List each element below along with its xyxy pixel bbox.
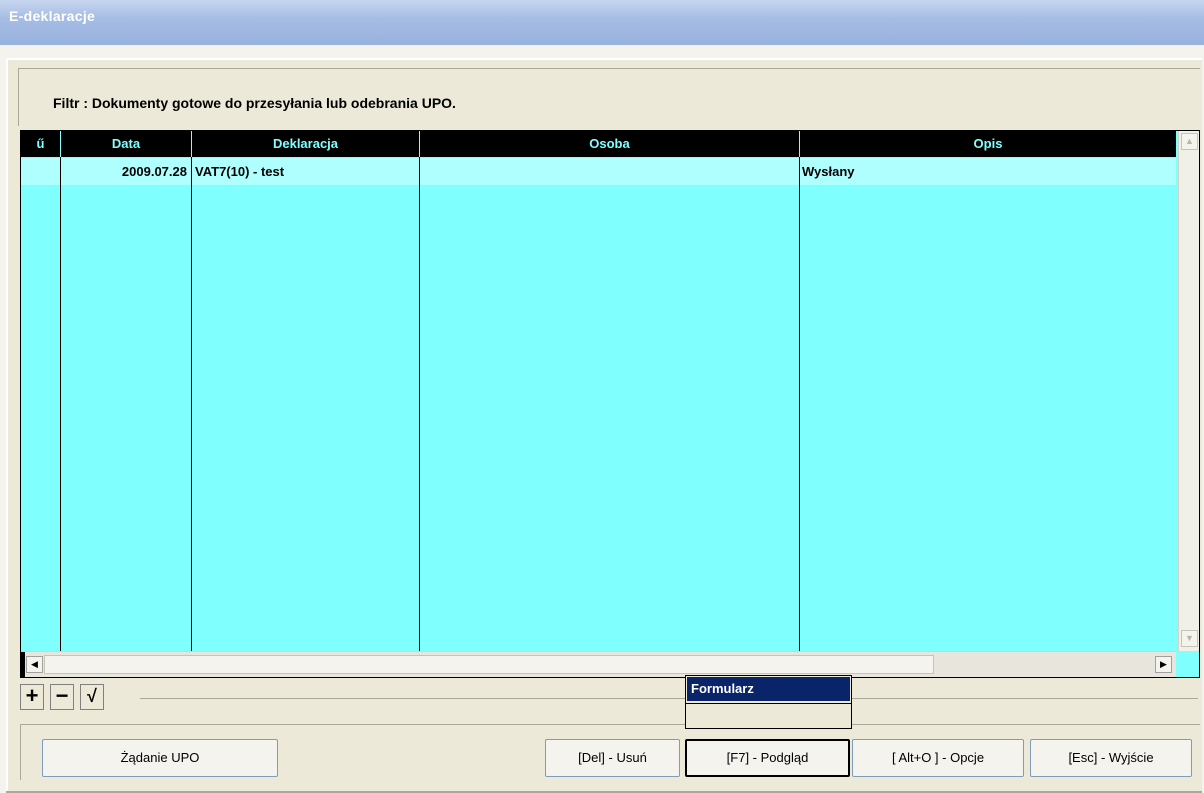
scroll-down-icon[interactable]: ▼ [1181, 630, 1198, 647]
divider [140, 698, 1198, 699]
delete-button[interactable]: [Del] - Usuń [545, 739, 680, 777]
column-divider [191, 157, 192, 651]
window-title: E-deklaracje [9, 8, 96, 24]
scroll-right-icon[interactable]: ▶ [1155, 656, 1172, 673]
window-titlebar: E-deklaracje [0, 0, 1204, 45]
menu-separator [686, 703, 851, 704]
row-description-cell: Wysłany [802, 164, 855, 179]
row-date-cell: 2009.07.28 [121, 164, 187, 179]
column-divider [60, 157, 61, 651]
options-button[interactable]: [ Alt+O ] - Opcje [852, 739, 1024, 777]
preview-button[interactable]: [F7] - Podgląd [685, 739, 850, 777]
record-navigator: + − √ [20, 680, 1200, 718]
add-record-button[interactable]: + [20, 684, 44, 710]
column-divider [799, 157, 800, 651]
row-indicator [21, 652, 25, 677]
post-record-button[interactable]: √ [80, 684, 104, 710]
column-header-opis[interactable]: Opis [800, 131, 1176, 157]
request-upo-button[interactable]: Żądanie UPO [42, 739, 278, 777]
preview-dropdown-menu: Formularz [685, 675, 852, 729]
scrollbar-corner [1176, 651, 1199, 677]
exit-button[interactable]: [Esc] - Wyjście [1030, 739, 1192, 777]
menu-item-formularz[interactable]: Formularz [687, 677, 850, 701]
scroll-left-icon[interactable]: ◀ [26, 656, 43, 673]
column-header-data[interactable]: Data [61, 131, 191, 157]
row-declaration-cell: VAT7(10) - test [195, 164, 285, 179]
scroll-up-icon[interactable]: ▲ [1181, 133, 1198, 150]
column-header-osoba[interactable]: Osoba [420, 131, 799, 157]
horizontal-scroll-thumb[interactable] [44, 655, 934, 674]
row-person-cell [423, 158, 793, 185]
column-header-deklaracja[interactable]: Deklaracja [192, 131, 419, 157]
vertical-scrollbar[interactable]: ▲ ▼ [1178, 131, 1199, 651]
filter-panel: Filtr : Dokumenty gotowe do przesyłania … [18, 68, 1200, 126]
column-divider [419, 157, 420, 651]
documents-grid[interactable]: ű Data Deklaracja Osoba Opis 2009.07.28 … [20, 130, 1200, 678]
horizontal-scrollbar[interactable]: ◀ ▶ [21, 651, 1176, 677]
table-row[interactable]: 2009.07.28 VAT7(10) - test Wysłany [21, 158, 1176, 185]
row-mark-cell [21, 158, 60, 185]
filter-label: Filtr : Dokumenty gotowe do przesyłania … [53, 95, 456, 111]
column-header-mark[interactable]: ű [21, 131, 60, 157]
delete-record-button[interactable]: − [50, 684, 74, 710]
